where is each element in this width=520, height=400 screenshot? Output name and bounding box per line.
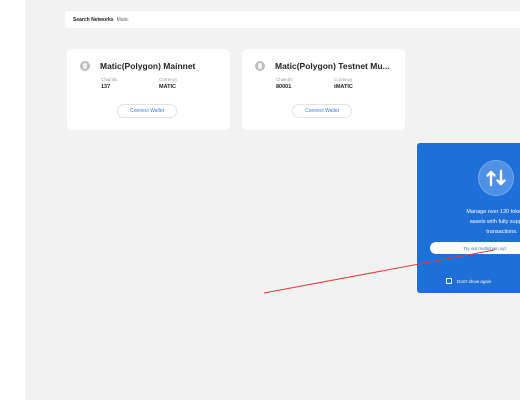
connect-wallet-button[interactable]: Connect Wallet (292, 104, 352, 118)
promo-description: Manage over 120 tokens and assets with f… (417, 207, 520, 237)
network-title: Matic(Polygon) Mainnet (100, 61, 196, 71)
dont-show-label: Don't show again (457, 278, 492, 284)
dont-show-checkbox[interactable] (446, 278, 452, 284)
promo-line: assets with fully supported (469, 219, 520, 225)
currency-label: Currency (159, 77, 178, 82)
promo-line: Manage over 120 tokens and (466, 209, 520, 215)
network-card-mainnet: Matic(Polygon) Mainnet ChainID Currency … (67, 49, 230, 130)
dont-show-again-option[interactable]: Don't show again (446, 278, 491, 284)
network-title: Matic(Polygon) Testnet Mu... (275, 61, 390, 71)
currency-value: MATIC (159, 84, 177, 90)
multichain-promo-panel: Manage over 120 tokens and assets with f… (417, 143, 520, 293)
network-logo-icon (80, 61, 90, 71)
chain-id-label: ChainID (101, 77, 118, 82)
currency-value: tMATIC (334, 84, 353, 90)
connect-wallet-button[interactable]: Connect Wallet (117, 104, 177, 118)
search-networks-field[interactable]: Search Networks Matic (65, 11, 520, 28)
swap-arrows-icon (478, 160, 514, 196)
search-input[interactable]: Matic (117, 17, 129, 23)
chain-id-value: 80001 (276, 84, 292, 90)
try-multichain-button[interactable]: Try out multichain.xyz (430, 242, 520, 254)
network-card-testnet: Matic(Polygon) Testnet Mu... ChainID Cur… (242, 49, 405, 130)
promo-line: transactions. (486, 229, 518, 235)
search-label: Search Networks (73, 16, 114, 23)
chain-id-value: 137 (101, 84, 111, 90)
network-logo-icon (255, 61, 265, 71)
chain-id-label: ChainID (276, 77, 293, 82)
currency-label: Currency (334, 77, 353, 82)
